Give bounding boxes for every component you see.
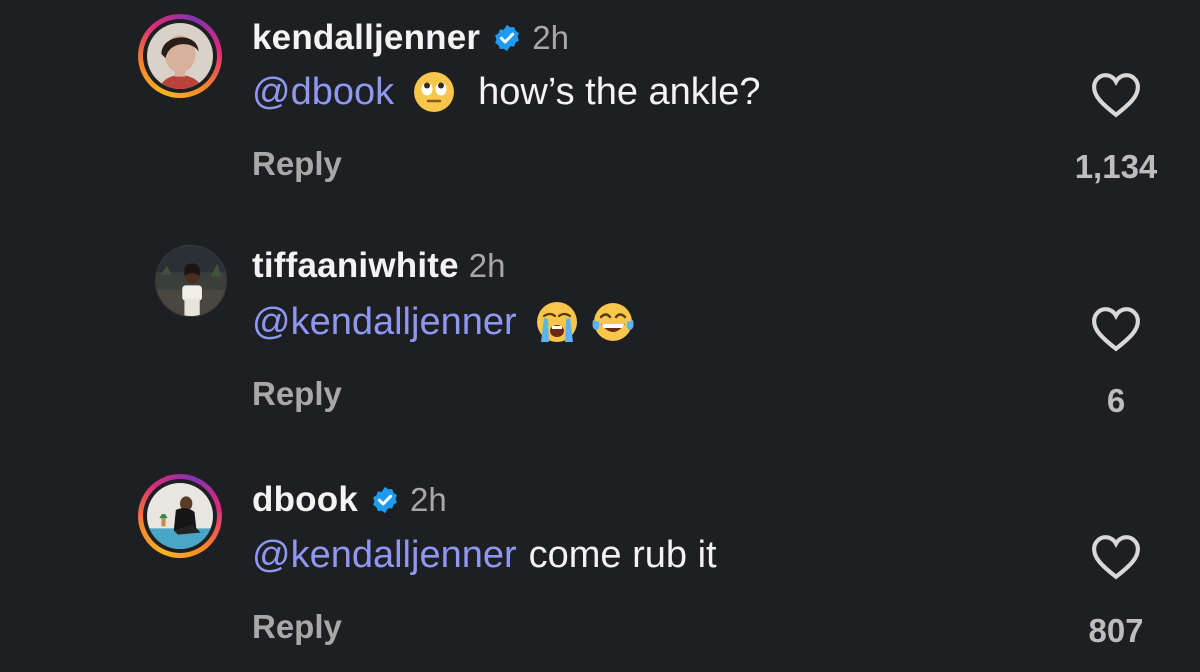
reply-button[interactable]: Reply [252, 608, 342, 646]
like-count: 807 [1088, 612, 1144, 649]
comment-text: @kendalljenner [252, 300, 641, 344]
avatar[interactable] [155, 245, 227, 317]
verified-badge-icon [495, 24, 520, 52]
avatar[interactable] [138, 474, 222, 558]
comment-body: come rub it [528, 534, 717, 576]
verified-badge-icon [373, 486, 397, 514]
username[interactable]: tiffaaniwhite [252, 246, 459, 286]
mention-link[interactable]: @kendalljenner [252, 534, 517, 577]
comment-text: @dbook how’s the ankle? [252, 70, 761, 114]
reply-button[interactable]: Reply [252, 375, 342, 413]
avatar[interactable] [138, 14, 222, 98]
heart-icon[interactable] [1091, 534, 1141, 580]
like-count: 6 [1106, 382, 1126, 419]
mention-link[interactable]: @dbook [252, 71, 394, 114]
mention-link[interactable]: @kendalljenner [252, 301, 517, 344]
avatar-image [147, 23, 213, 89]
like-count: 1,134 [1074, 148, 1158, 185]
comment-item: tiffaaniwhite 2h @kendalljenner Reply 6 [0, 230, 1200, 440]
timestamp: 2h [468, 247, 506, 284]
comment-text: @kendalljenner come rub it [252, 534, 717, 577]
timestamp: 2h [409, 481, 447, 518]
username[interactable]: kendalljenner [252, 18, 480, 58]
face-with-rolling-eyes-emoji-icon [414, 72, 455, 112]
avatar-image [156, 246, 226, 316]
comment-body: how’s the ankle? [478, 70, 761, 113]
heart-icon[interactable] [1091, 306, 1141, 352]
avatar-image [147, 483, 213, 549]
timestamp: 2h [532, 19, 569, 56]
username[interactable]: dbook [252, 480, 358, 520]
comment-item: dbook 2h @kendalljenner come rub it Repl… [0, 462, 1200, 672]
heart-icon[interactable] [1091, 72, 1141, 118]
comment-item: kendalljenner 2h @dbook how’s the ankle?… [0, 0, 1200, 210]
comment-list: kendalljenner 2h @dbook how’s the ankle?… [0, 0, 1200, 672]
face-with-tears-of-joy-emoji-icon [592, 303, 634, 341]
loudly-crying-face-emoji-icon [536, 302, 577, 342]
reply-button[interactable]: Reply [252, 145, 342, 183]
